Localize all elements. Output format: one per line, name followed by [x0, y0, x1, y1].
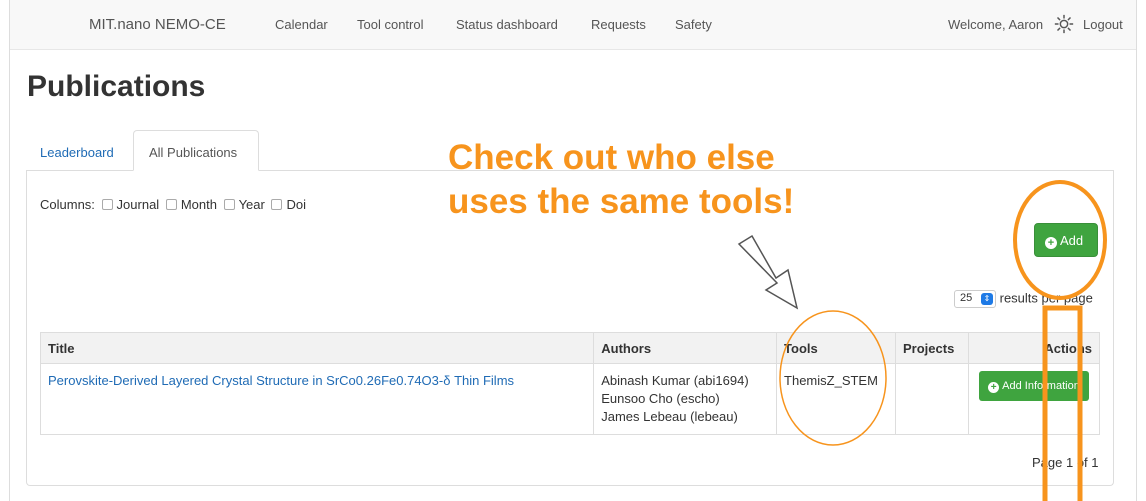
authors-cell: Abinash Kumar (abi1694) Eunsoo Cho (esch…	[593, 363, 778, 435]
callout-text: Check out who else uses the same tools!	[448, 136, 794, 224]
tab-all-publications[interactable]: All Publications	[133, 130, 259, 171]
publication-title-link[interactable]: Perovskite-Derived Layered Crystal Struc…	[48, 373, 514, 388]
actions-cell: + Add Information	[967, 363, 1101, 435]
columns-label: Columns:	[40, 197, 95, 212]
publications-table: Title Authors Tools Projects Actions Per…	[39, 332, 1101, 435]
results-per-page: 25 ⇕ results per page	[954, 290, 1093, 308]
author: Abinash Kumar (abi1694)	[601, 373, 749, 388]
nav-status-dashboard[interactable]: Status dashboard	[456, 17, 558, 32]
add-button-label: Add	[1060, 233, 1084, 248]
header-title[interactable]: Title	[39, 332, 595, 364]
nav-tool-control[interactable]: Tool control	[357, 17, 423, 32]
journal-checkbox[interactable]	[101, 199, 113, 210]
per-page-value: 25	[960, 292, 973, 304]
add-information-button[interactable]: + Add Information	[979, 371, 1089, 401]
projects-cell	[895, 363, 969, 435]
month-label: Month	[180, 197, 217, 212]
per-page-select[interactable]: 25 ⇕	[954, 290, 996, 308]
table-row: Perovskite-Derived Layered Crystal Struc…	[39, 363, 1101, 435]
nav-requests[interactable]: Requests	[591, 17, 646, 32]
add-information-label: Add Information	[1002, 380, 1080, 392]
journal-label: Journal	[116, 197, 160, 212]
doi-label: Doi	[286, 197, 306, 212]
nav-safety[interactable]: Safety	[675, 17, 712, 32]
plus-circle-icon: +	[1045, 237, 1057, 249]
table-header-row: Title Authors Tools Projects Actions	[39, 332, 1101, 364]
author: James Lebeau (lebeau)	[601, 409, 738, 424]
nav-calendar[interactable]: Calendar	[275, 17, 328, 32]
tools-cell: ThemisZ_STEM	[776, 363, 896, 435]
doi-checkbox[interactable]	[271, 199, 283, 210]
gear-icon[interactable]	[1053, 13, 1075, 35]
callout-line-1: Check out who else	[448, 138, 775, 177]
per-page-label: results per page	[999, 290, 1093, 306]
header-authors[interactable]: Authors	[593, 332, 778, 364]
brand-link[interactable]: MIT.nano NEMO-CE	[89, 16, 226, 33]
header-actions: Actions	[967, 332, 1101, 364]
welcome-text: Welcome, Aaron	[948, 17, 1044, 32]
column-toggles: Columns: Journal Month Year Doi	[40, 197, 306, 212]
plus-circle-icon: +	[988, 382, 1000, 393]
callout-line-2: uses the same tools!	[448, 182, 795, 221]
logout-link[interactable]: Logout	[1083, 17, 1123, 32]
select-arrows-icon: ⇕	[981, 293, 993, 305]
page-title: Publications	[27, 70, 206, 103]
month-checkbox[interactable]	[165, 199, 177, 210]
author: Eunsoo Cho (escho)	[601, 391, 720, 406]
tab-leaderboard[interactable]: Leaderboard	[40, 145, 114, 160]
header-tools[interactable]: Tools	[776, 332, 896, 364]
header-projects[interactable]: Projects	[895, 332, 969, 364]
top-navbar: MIT.nano NEMO-CE Calendar Tool control S…	[10, 0, 1136, 50]
add-publication-button[interactable]: + Add	[1034, 223, 1098, 257]
year-checkbox[interactable]	[223, 199, 235, 210]
year-label: Year	[238, 197, 265, 212]
pagination-info: Page 1 of 1	[1032, 455, 1099, 470]
